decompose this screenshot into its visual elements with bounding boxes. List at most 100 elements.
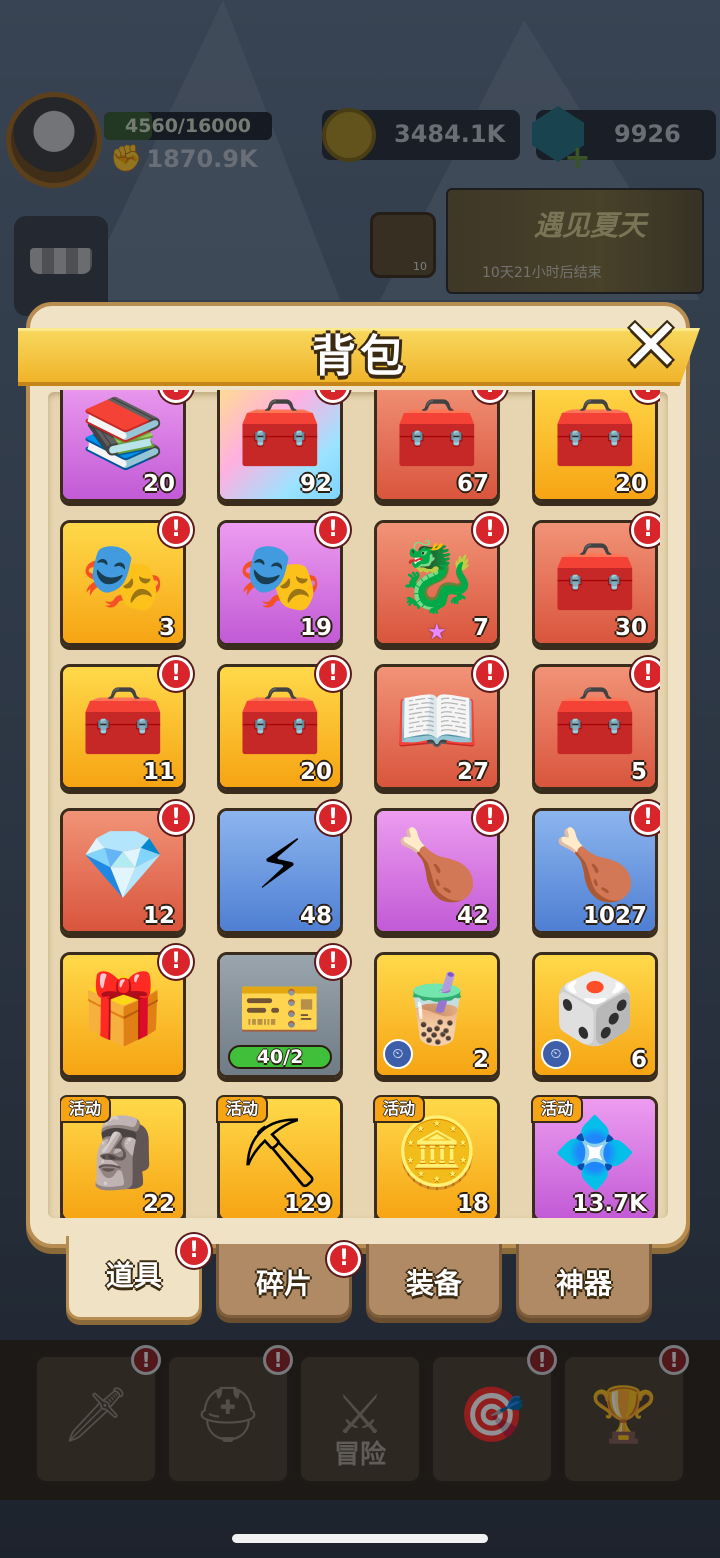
timer-icon: ⏲: [383, 1039, 413, 1069]
item-quantity: 6: [630, 1047, 647, 1073]
crystal-chest-icon: 💎: [80, 826, 166, 905]
card-fragment-icon: 🎫: [237, 970, 323, 1049]
item-quantity: 2: [472, 1047, 489, 1073]
item-slot[interactable]: 🧰 30!: [532, 513, 660, 646]
alert-badge-icon: !: [473, 801, 507, 835]
tome-chest-icon: 📖: [394, 682, 480, 761]
item-quantity: 92: [299, 471, 332, 497]
pickaxe-icon: ⛏: [236, 1114, 324, 1193]
event-tag: 活动: [373, 1095, 426, 1123]
home-indicator[interactable]: [232, 1534, 488, 1543]
item-slot[interactable]: 🪙 活动 18: [373, 1095, 500, 1218]
gold-winged-chest-icon: 🧰: [80, 682, 166, 761]
totem-tablet-icon: 🗿: [80, 1114, 166, 1193]
item-quantity: 11: [142, 759, 175, 785]
item-slot[interactable]: 📖 27!: [374, 657, 507, 790]
item-slot[interactable]: 🧰20!: [532, 390, 660, 502]
item-quantity: 5: [630, 759, 647, 785]
meat-leg-icon: 🍗: [552, 826, 638, 905]
item-slot[interactable]: 💎 12!: [60, 801, 193, 934]
item-quantity: 42: [456, 903, 489, 929]
item-quantity: 7: [472, 615, 489, 641]
tab-label: 神器: [555, 1267, 612, 1300]
item-quantity: 20: [142, 471, 175, 497]
item-quantity: 20: [614, 471, 647, 497]
item-quantity: 13.7K: [572, 1191, 647, 1217]
item-slot[interactable]: ⛏ 活动 129: [216, 1095, 343, 1218]
item-slot[interactable]: 🎁!: [60, 945, 193, 1078]
item-slot[interactable]: 🍗 42!: [374, 801, 507, 934]
event-tag: 活动: [216, 1095, 269, 1123]
item-quantity: 19: [299, 615, 332, 641]
alert-badge-icon: !: [631, 657, 660, 691]
purple-book-chest-icon: 📚: [80, 394, 166, 473]
event-tag: 活动: [60, 1095, 112, 1123]
item-slot[interactable]: 🧰20!: [217, 657, 350, 790]
alert-badge-icon: !: [327, 1242, 361, 1276]
tab-0[interactable]: 道具!: [66, 1234, 211, 1320]
alert-badge-icon: !: [316, 945, 350, 979]
silver-chest-icon: 🧰: [552, 394, 638, 473]
alert-badge-icon: !: [159, 801, 193, 835]
rainbow-chest-icon: 🧰: [237, 394, 323, 473]
item-slot[interactable]: 🐉 ★ 7!: [374, 513, 507, 646]
gold-coin-icon: 🪙: [394, 1114, 480, 1193]
item-slot[interactable]: 🍗 1027!: [532, 801, 660, 934]
item-slot[interactable]: 🎭 3!: [60, 513, 193, 646]
red-gold-chest-icon: 🧰: [394, 394, 480, 473]
item-quantity: 67: [456, 471, 489, 497]
item-slot[interactable]: 🧰92!: [217, 390, 350, 502]
tab-2[interactable]: 装备: [366, 1244, 502, 1318]
lightning-energy-icon: ⚡: [256, 826, 304, 905]
item-quantity: 22: [142, 1191, 175, 1217]
item-slot[interactable]: 🧰 5!: [532, 657, 660, 790]
item-slot[interactable]: 🎫 40/2!: [217, 945, 350, 1078]
purple-hero-chest-icon: 🎭: [237, 538, 323, 617]
item-quantity: 18: [456, 1191, 489, 1217]
item-slot[interactable]: 💠 活动 13.7K: [531, 1095, 658, 1218]
item-slot[interactable]: 🧰 11!: [60, 657, 193, 790]
item-slot[interactable]: 🗿 活动 22: [60, 1095, 186, 1218]
red-chest-icon: 🧰: [552, 538, 638, 617]
treasure-pile-icon: 🎁: [80, 970, 166, 1049]
dragon-chest-icon: 🐉: [394, 538, 480, 617]
alert-badge-icon: !: [473, 513, 507, 547]
item-quantity: 30: [614, 615, 647, 641]
item-slot[interactable]: 🎲 ⏲ 6: [532, 952, 658, 1078]
item-quantity: 27: [456, 759, 489, 785]
alert-badge-icon: !: [159, 513, 193, 547]
item-slot[interactable]: 🧋 ⏲ 2: [374, 952, 500, 1078]
alert-badge-icon: !: [631, 513, 660, 547]
panel-title: 背包: [312, 331, 408, 382]
alert-badge-icon: !: [316, 657, 350, 691]
item-quantity: 3: [158, 615, 175, 641]
timer-icon: ⏲: [541, 1039, 571, 1069]
item-quantity: 20: [299, 759, 332, 785]
item-quantity: 1027: [582, 903, 647, 929]
gold-winged-chest-icon: 🧰: [237, 682, 323, 761]
item-grid[interactable]: 📚20!🧰92!🧰67!🧰20!🎭3!🎭19!🐉★7!🧰30!🧰11!🧰20!📖…: [60, 390, 660, 1218]
event-tag: 活动: [531, 1095, 584, 1123]
alert-badge-icon: !: [473, 657, 507, 691]
alert-badge-icon: !: [159, 657, 193, 691]
item-quantity: 48: [299, 903, 332, 929]
item-quantity: 12: [142, 903, 175, 929]
gold-hero-chest-icon: 🎭: [80, 538, 166, 617]
alert-badge-icon: !: [631, 801, 660, 835]
close-button[interactable]: ✕: [618, 309, 684, 381]
alert-badge-icon: !: [177, 1234, 211, 1268]
item-slot[interactable]: ⚡ 48!: [217, 801, 350, 934]
close-icon: ✕: [620, 303, 682, 387]
tab-3[interactable]: 神器: [516, 1244, 652, 1318]
alert-badge-icon: !: [316, 513, 350, 547]
item-slot[interactable]: 🎭 19!: [217, 513, 350, 646]
tab-label: 装备: [405, 1267, 462, 1300]
item-slot[interactable]: 🧰67!: [374, 390, 507, 502]
tab-1[interactable]: 碎片!: [216, 1242, 361, 1318]
item-slot[interactable]: 📚20!: [60, 390, 193, 502]
meat-leg-icon: 🍗: [394, 826, 480, 905]
alert-badge-icon: !: [159, 945, 193, 979]
star-icon: ★: [427, 620, 447, 645]
fragment-progress: 40/2: [228, 1045, 332, 1069]
item-quantity: 129: [283, 1191, 332, 1217]
